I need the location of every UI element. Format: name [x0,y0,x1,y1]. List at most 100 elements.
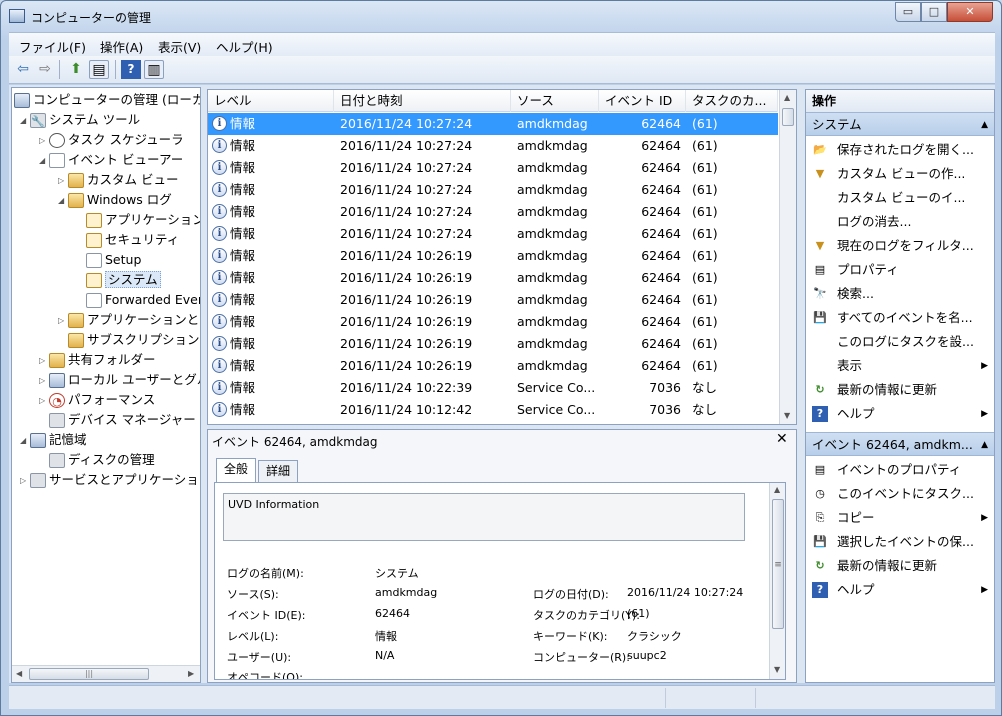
table-row[interactable]: i 情報 2016/11/24 10:26:19 amdkmdag 62464 (61) [208,355,778,377]
table-row[interactable]: i 情報 2016/11/24 10:26:19 amdkmdag 62464 (61) [208,311,778,333]
event-description[interactable]: UVD Information [223,493,745,541]
actions-section-system[interactable]: システム ▲ [806,112,994,136]
scroll-left-icon[interactable]: ◀ [16,669,22,678]
expand-arrow-icon[interactable]: ▷ [58,171,68,191]
tree-disk-management[interactable]: ディスクの管理 [49,450,155,470]
action-item[interactable]: ▼ 現在のログをフィルタ... [806,234,994,258]
action-item[interactable]: ▤ プロパティ [806,258,994,282]
action-item[interactable]: カスタム ビューのイ... [806,186,994,210]
tab-general[interactable]: 全般 [216,458,257,483]
actions-section-event[interactable]: イベント 62464, amdkm... ▲ [806,432,994,456]
expand-arrow-icon[interactable]: ▷ [39,351,49,371]
tree-horizontal-scrollbar[interactable]: ◀ ||| ▶ [12,665,200,682]
table-row[interactable]: i 情報 2016/11/24 10:12:42 Service Co... 7036 な… [208,399,778,421]
tree-system-tools[interactable]: ◢ 🔧 システム ツール [20,110,140,130]
tree-services-apps[interactable]: ▷ サービスとアプリケーション [20,470,200,491]
tree-subscriptions[interactable]: サブスクリプション [68,330,200,350]
column-level[interactable]: レベル [208,90,334,112]
action-item[interactable]: ⎘ コピー ▶ [806,506,994,530]
action-item[interactable]: ? ヘルプ ▶ [806,402,994,426]
table-row[interactable]: i 情報 2016/11/24 10:27:24 amdkmdag 62464 (61) [208,201,778,223]
column-source[interactable]: ソース [511,90,599,112]
tree-system-log[interactable]: システム [86,270,161,290]
forward-icon[interactable]: ⇨ [35,60,55,79]
collapse-icon[interactable]: ▲ [981,113,988,135]
tree-performance[interactable]: ▷ ◔ パフォーマンス [39,390,155,410]
maximize-button[interactable]: □ [921,2,947,22]
minimize-button[interactable]: ▭ [895,2,921,22]
event-list-scrollbar[interactable]: ▲ ▼ [779,90,796,424]
show-hide-action-pane-icon[interactable]: ▥ [144,60,164,79]
help-icon[interactable]: ? [121,60,141,79]
tree-custom-views[interactable]: ▷ カスタム ビュー [58,170,178,190]
column-datetime[interactable]: 日付と時刻 [334,90,511,112]
tree-local-users[interactable]: ▷ローカル ユーザーとグループ [39,370,200,391]
scroll-up-icon[interactable]: ▲ [774,485,780,494]
action-item[interactable]: ログの消去... [806,210,994,234]
table-row[interactable]: i 情報 2016/11/24 10:27:24 amdkmdag 62464 (61) [208,135,778,157]
back-icon[interactable]: ⇦ [13,60,33,79]
table-row[interactable]: i 情報 2016/11/24 10:26:19 amdkmdag 62464 (61) [208,267,778,289]
action-item[interactable]: ? ヘルプ ▶ [806,578,994,602]
close-icon[interactable]: ✕ [776,431,788,447]
table-row[interactable]: i 情報 2016/11/24 10:26:19 amdkmdag 62464 (61) [208,289,778,311]
tab-details[interactable]: 詳細 [258,460,299,482]
expand-arrow-icon[interactable]: ▷ [39,371,49,391]
tree-windows-logs[interactable]: ◢ Windows ログ [58,190,172,210]
tree-application-log[interactable]: アプリケーション [86,210,200,230]
detail-scrollbar[interactable]: ▲ ≡ ▼ [769,483,785,679]
close-button[interactable]: ✕ [947,2,993,22]
action-item[interactable]: ◷ このイベントにタスク... [806,482,994,506]
expand-arrow-icon[interactable]: ▷ [20,471,30,491]
expand-arrow-icon[interactable]: ▷ [39,391,49,411]
action-item[interactable]: 🔭 検索... [806,282,994,306]
action-item[interactable]: ↻ 最新の情報に更新 [806,554,994,578]
tree-apps-services-logs[interactable]: ▷アプリケーションとサービス ログ [58,310,200,331]
action-item[interactable]: ▼ カスタム ビューの作... [806,162,994,186]
table-row[interactable]: i 情報 2016/11/24 10:22:39 Service Co... 7036 な… [208,377,778,399]
collapse-arrow-icon[interactable]: ◢ [20,431,30,451]
action-item[interactable]: 表示 ▶ [806,354,994,378]
column-event-id[interactable]: イベント ID [599,90,686,112]
tree-shared-folders[interactable]: ▷ 共有フォルダー [39,350,156,370]
menu-action[interactable]: 操作(A) [100,37,143,56]
table-row[interactable]: i 情報 2016/11/24 10:27:24 amdkmdag 62464 (61) [208,223,778,245]
tree-task-scheduler[interactable]: ▷ タスク スケジューラ [39,130,184,150]
tree-root[interactable]: コンピューターの管理 (ローカル) [14,90,200,110]
action-item[interactable]: 📂 保存されたログを開く... [806,138,994,162]
tree-device-manager[interactable]: デバイス マネージャー [49,410,196,430]
table-row[interactable]: i 情報 2016/11/24 10:27:24 amdkmdag 62464 (61) [208,113,778,135]
menu-view[interactable]: 表示(V) [158,37,201,56]
scroll-down-icon[interactable]: ▼ [774,665,780,674]
action-item[interactable]: このログにタスクを設... [806,330,994,354]
show-hide-tree-icon[interactable]: ▤ [89,60,109,79]
action-item[interactable]: ↻ 最新の情報に更新 [806,378,994,402]
collapse-icon[interactable]: ▲ [981,433,988,455]
table-row[interactable]: i 情報 2016/11/24 10:27:24 amdkmdag 62464 (61) [208,157,778,179]
collapse-arrow-icon[interactable]: ◢ [20,111,30,131]
scroll-right-icon[interactable]: ▶ [188,669,194,678]
tree-setup-log[interactable]: Setup [86,250,141,270]
up-folder-icon[interactable]: ⬆ [66,60,86,79]
collapse-arrow-icon[interactable]: ◢ [58,191,68,211]
menu-help[interactable]: ヘルプ(H) [216,37,273,56]
scroll-thumb[interactable]: ||| [29,668,149,680]
tree-storage[interactable]: ◢ 記憶域 [20,430,87,450]
tree-security-log[interactable]: セキュリティ [86,230,179,250]
scroll-down-icon[interactable]: ▼ [784,411,790,420]
table-row[interactable]: i 情報 2016/11/24 10:26:19 amdkmdag 62464 (61) [208,333,778,355]
tree-forwarded-events[interactable]: Forwarded Events [86,290,200,310]
action-item[interactable]: ▤ イベントのプロパティ [806,458,994,482]
expand-arrow-icon[interactable]: ▷ [39,131,49,151]
scroll-thumb[interactable]: ≡ [772,499,784,629]
expand-arrow-icon[interactable]: ▷ [58,311,68,331]
table-row[interactable]: i 情報 2016/11/24 10:27:24 amdkmdag 62464 (61) [208,179,778,201]
table-row[interactable]: i 情報 2016/11/24 10:26:19 amdkmdag 62464 (61) [208,245,778,267]
tree-event-viewer[interactable]: ◢ イベント ビューアー [39,150,183,170]
menu-file[interactable]: ファイル(F) [19,37,86,56]
action-item[interactable]: 💾 選択したイベントの保... [806,530,994,554]
collapse-arrow-icon[interactable]: ◢ [39,151,49,171]
scroll-up-icon[interactable]: ▲ [784,93,790,102]
action-item[interactable]: 💾 すべてのイベントを名... [806,306,994,330]
scroll-thumb[interactable] [782,108,794,126]
